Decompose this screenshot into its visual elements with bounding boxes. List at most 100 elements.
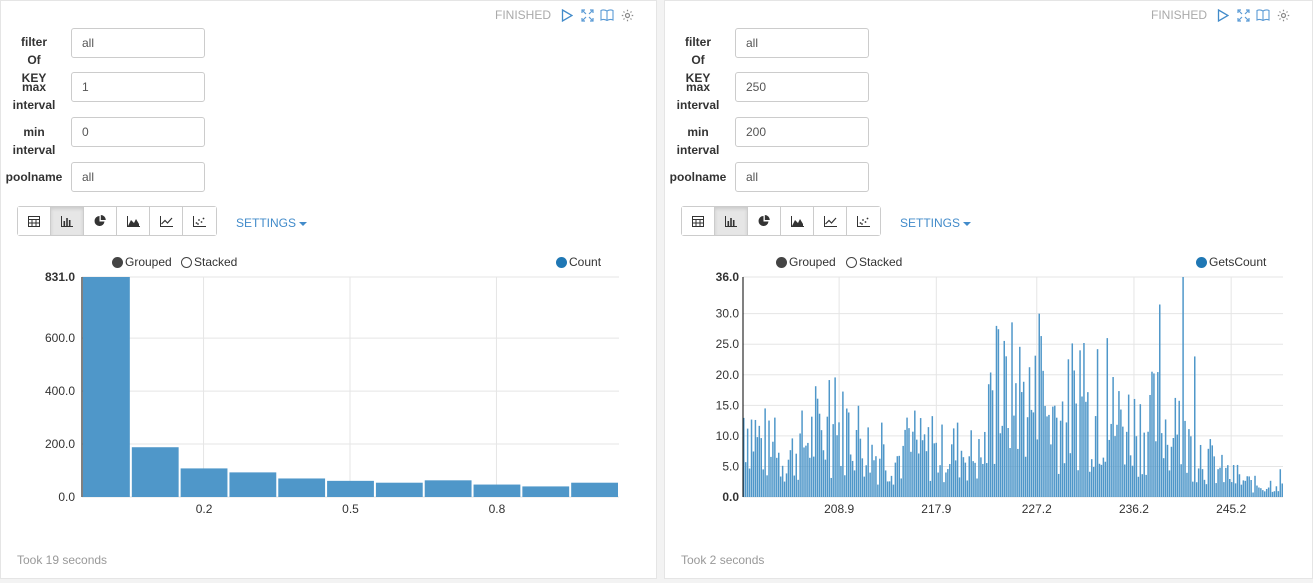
bar	[818, 413, 821, 497]
bar	[814, 386, 817, 497]
bar-chart-icon	[61, 215, 73, 227]
book-icon[interactable]	[1256, 8, 1270, 22]
area-chart-view-button[interactable]	[781, 207, 814, 235]
chart-type-toolbar	[681, 206, 881, 236]
bar	[1125, 431, 1128, 497]
bar	[1258, 487, 1260, 497]
bar	[1090, 459, 1093, 497]
bar	[974, 462, 976, 497]
pie-chart-view-button[interactable]	[748, 207, 781, 235]
pie-chart-icon	[94, 215, 106, 226]
expand-icon[interactable]	[580, 8, 594, 22]
y-tick-label: 10.0	[716, 429, 740, 443]
filter-input[interactable]	[735, 28, 869, 58]
bar	[830, 477, 832, 497]
bar	[991, 390, 994, 497]
bar	[777, 452, 780, 497]
line-chart-view-button[interactable]	[814, 207, 847, 235]
bar	[768, 420, 770, 497]
bar	[1260, 488, 1262, 497]
poolname-input[interactable]	[735, 162, 869, 192]
bar	[1046, 416, 1048, 497]
bar	[1003, 340, 1005, 497]
bar	[1081, 396, 1083, 497]
pie-chart-icon	[758, 215, 770, 226]
area-chart-view-button[interactable]	[117, 207, 150, 235]
gear-icon[interactable]	[1276, 8, 1290, 22]
bar	[1242, 480, 1245, 497]
bar-chart-view-button[interactable]	[715, 207, 748, 235]
bar	[1135, 436, 1138, 497]
bar	[1275, 486, 1278, 497]
bar	[816, 398, 819, 497]
bar	[1096, 349, 1099, 497]
bar	[849, 454, 852, 497]
run-icon[interactable]	[1216, 8, 1230, 22]
bar	[1246, 476, 1248, 497]
gear-icon[interactable]	[620, 8, 634, 22]
max-interval-input[interactable]	[735, 72, 869, 102]
max-interval-label: max interval	[676, 80, 720, 112]
form-row-filter: filter Of KEY	[665, 28, 895, 85]
bar	[1164, 419, 1167, 497]
bar	[1267, 487, 1270, 497]
min-interval-input[interactable]	[735, 117, 869, 147]
bar	[1026, 417, 1029, 497]
bar	[941, 424, 943, 497]
bar	[842, 391, 844, 497]
pie-chart-view-button[interactable]	[84, 207, 117, 235]
min-interval-input[interactable]	[71, 117, 205, 147]
bar	[964, 462, 967, 497]
bar	[1065, 422, 1068, 497]
bar	[1118, 391, 1120, 497]
scatter-chart-view-button[interactable]	[847, 207, 880, 235]
bar	[1271, 491, 1274, 497]
bar	[937, 472, 939, 497]
line-chart-view-button[interactable]	[150, 207, 183, 235]
bar	[1077, 470, 1079, 497]
bar	[919, 418, 922, 497]
bar	[1024, 456, 1027, 497]
bar	[1028, 367, 1031, 497]
x-tick-label: 236.2	[1119, 502, 1149, 516]
bar	[1007, 428, 1009, 497]
form-row-max-interval: max interval	[1, 72, 231, 112]
bar	[966, 480, 969, 497]
run-icon[interactable]	[560, 8, 574, 22]
bar	[917, 453, 920, 497]
bar	[1054, 405, 1056, 497]
table-view-button[interactable]	[682, 207, 715, 235]
bar	[1256, 485, 1258, 497]
scatter-chart-view-button[interactable]	[183, 207, 216, 235]
bar	[1227, 465, 1229, 497]
poolname-input[interactable]	[71, 162, 205, 192]
bar	[1153, 373, 1155, 497]
paragraph-status-bar: FINISHED	[495, 7, 634, 23]
bar	[1229, 479, 1231, 497]
bar	[772, 441, 774, 497]
y-tick-label: 15.0	[716, 398, 740, 412]
x-tick-label: 245.2	[1216, 502, 1246, 516]
table-view-button[interactable]	[18, 207, 51, 235]
bar	[770, 456, 772, 497]
bar	[949, 464, 951, 497]
bar	[882, 444, 885, 497]
filter-input[interactable]	[71, 28, 205, 58]
book-icon[interactable]	[600, 8, 614, 22]
bar	[781, 465, 784, 497]
area-chart-icon	[790, 215, 804, 227]
bar	[1100, 464, 1103, 497]
expand-icon[interactable]	[1236, 8, 1250, 22]
bar-chart-view-button[interactable]	[51, 207, 84, 235]
bar	[906, 417, 908, 497]
bar	[968, 456, 970, 497]
bar	[925, 451, 928, 497]
settings-dropdown[interactable]: SETTINGS	[900, 216, 972, 230]
bar	[1180, 464, 1182, 497]
bar	[1263, 491, 1266, 497]
bar	[851, 460, 854, 497]
settings-dropdown[interactable]: SETTINGS	[236, 216, 308, 230]
bar	[1108, 439, 1110, 497]
bar	[894, 462, 897, 497]
max-interval-input[interactable]	[71, 72, 205, 102]
